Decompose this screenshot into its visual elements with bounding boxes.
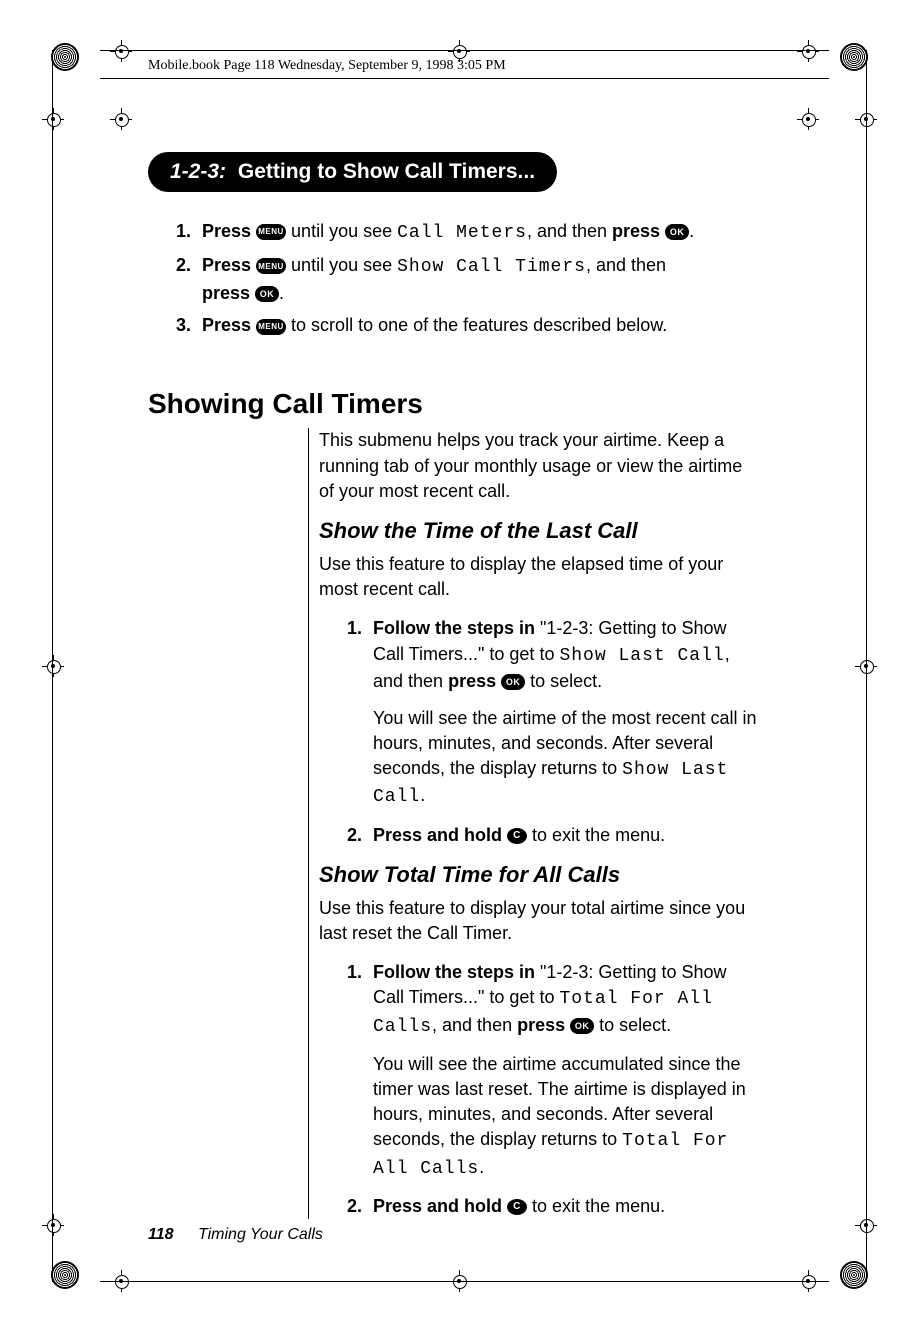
c-button-icon: C bbox=[507, 828, 527, 844]
sub1-note: You will see the airtime of the most rec… bbox=[373, 706, 759, 811]
crop-mark-icon bbox=[42, 1214, 64, 1236]
step-text: Press MENU until you see Call Meters, an… bbox=[202, 218, 762, 246]
page-meta-header: Mobile.book Page 118 Wednesday, Septembe… bbox=[148, 58, 506, 74]
frame-line bbox=[52, 50, 53, 1282]
sub2-step-2: 2. Press and hold C to exit the menu. bbox=[347, 1194, 759, 1219]
main-step-2: 2. Press MENU until you see Show Call Ti… bbox=[176, 252, 762, 306]
crop-mark-icon bbox=[110, 40, 132, 62]
sub2-note: You will see the airtime accumulated sin… bbox=[373, 1052, 759, 1182]
frame-line bbox=[866, 50, 867, 1282]
sub1-step-2: 2. Press and hold C to exit the menu. bbox=[347, 823, 759, 848]
main-steps-list: 1. Press MENU until you see Call Meters,… bbox=[148, 204, 768, 358]
crop-ornament-icon bbox=[42, 1252, 88, 1298]
ok-button-icon: OK bbox=[570, 1018, 594, 1034]
page: Mobile.book Page 118 Wednesday, Septembe… bbox=[0, 0, 919, 1332]
page-footer: 118 Timing Your Calls bbox=[148, 1226, 323, 1244]
step-number: 2. bbox=[347, 823, 373, 848]
step-number: 1. bbox=[347, 616, 373, 694]
step-number: 3. bbox=[176, 312, 202, 338]
step-text: Press and hold C to exit the menu. bbox=[373, 1194, 759, 1219]
step-text: Press and hold C to exit the menu. bbox=[373, 823, 759, 848]
c-button-icon: C bbox=[507, 1199, 527, 1215]
step-text: Follow the steps in "1-2-3: Getting to S… bbox=[373, 616, 759, 694]
sub2-step-1: 1. Follow the steps in "1-2-3: Getting t… bbox=[347, 960, 759, 1040]
display-text: Show Last Call bbox=[559, 646, 724, 666]
main-step-1: 1. Press MENU until you see Call Meters,… bbox=[176, 218, 762, 246]
crop-mark-icon bbox=[110, 108, 132, 130]
ok-button-icon: OK bbox=[255, 286, 279, 302]
step-number: 2. bbox=[176, 252, 202, 306]
step-text: Press MENU until you see Show Call Timer… bbox=[202, 252, 762, 306]
pill-title: Getting to Show Call Timers... bbox=[238, 160, 535, 183]
crop-ornament-icon bbox=[42, 34, 88, 80]
display-text: Call Meters bbox=[397, 223, 527, 243]
page-number: 118 bbox=[148, 1226, 174, 1243]
crop-ornament-icon bbox=[831, 34, 877, 80]
menu-button-icon: MENU bbox=[256, 258, 286, 274]
crop-ornament-icon bbox=[831, 1252, 877, 1298]
frame-line bbox=[100, 50, 829, 51]
subsection-heading: Show Total Time for All Calls bbox=[319, 862, 759, 888]
content-area: 1-2-3: Getting to Show Call Timers... 1.… bbox=[148, 152, 768, 1231]
crop-mark-icon bbox=[42, 108, 64, 130]
subsection-heading: Show the Time of the Last Call bbox=[319, 518, 759, 544]
intro-paragraph: This submenu helps you track your airtim… bbox=[319, 428, 759, 504]
sub1-step-1: 1. Follow the steps in "1-2-3: Getting t… bbox=[347, 616, 759, 694]
pill-number: 1-2-3: bbox=[170, 160, 226, 183]
frame-line bbox=[100, 1281, 829, 1282]
body-column: This submenu helps you track your airtim… bbox=[308, 428, 759, 1219]
ok-button-icon: OK bbox=[501, 674, 525, 690]
section-heading: Showing Call Timers bbox=[148, 388, 768, 420]
page-footer-title: Timing Your Calls bbox=[198, 1226, 323, 1243]
menu-button-icon: MENU bbox=[256, 224, 286, 240]
header-rule bbox=[100, 78, 829, 79]
step-number: 1. bbox=[176, 218, 202, 246]
subsection-lead: Use this feature to display the elapsed … bbox=[319, 552, 759, 602]
menu-button-icon: MENU bbox=[256, 319, 286, 335]
steps-heading-pill: 1-2-3: Getting to Show Call Timers... bbox=[148, 152, 557, 192]
display-text: Show Call Timers bbox=[397, 257, 586, 277]
crop-mark-icon bbox=[797, 40, 819, 62]
step-text: Follow the steps in "1-2-3: Getting to S… bbox=[373, 960, 759, 1040]
step-number: 1. bbox=[347, 960, 373, 1040]
ok-button-icon: OK bbox=[665, 224, 689, 240]
step-text: Press MENU to scroll to one of the featu… bbox=[202, 312, 762, 338]
step-number: 2. bbox=[347, 1194, 373, 1219]
sub1-steps: 1. Follow the steps in "1-2-3: Getting t… bbox=[347, 616, 759, 848]
crop-mark-icon bbox=[797, 108, 819, 130]
subsection-lead: Use this feature to display your total a… bbox=[319, 896, 759, 946]
sub2-steps: 1. Follow the steps in "1-2-3: Getting t… bbox=[347, 960, 759, 1219]
main-step-3: 3. Press MENU to scroll to one of the fe… bbox=[176, 312, 762, 338]
crop-mark-icon bbox=[42, 655, 64, 677]
